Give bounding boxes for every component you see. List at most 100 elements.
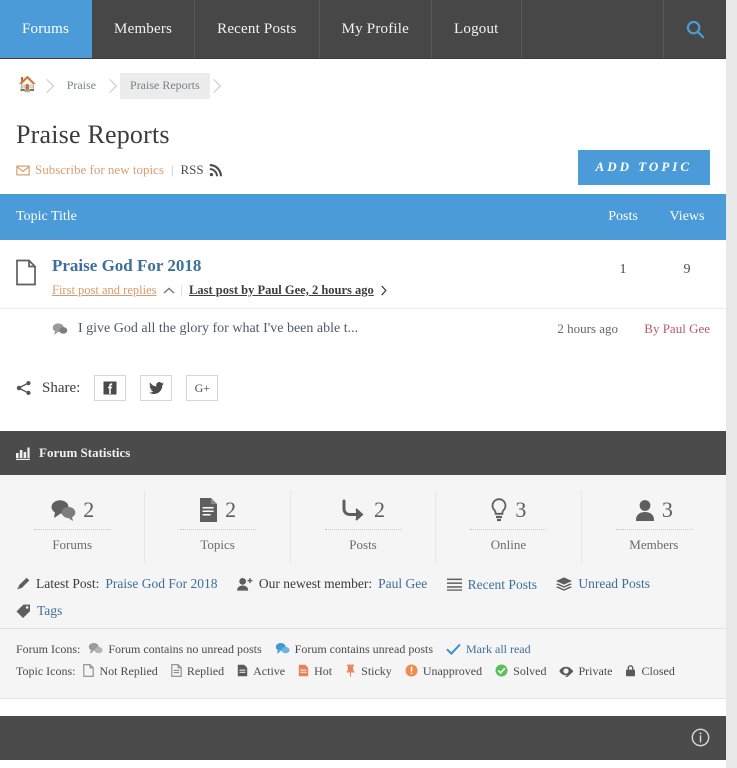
legend-label: Unapproved [422,663,483,678]
chevron-up-icon[interactable] [163,286,175,295]
first-post-and-replies-link[interactable]: First post and replies [52,283,157,298]
chevron-right-icon [212,78,221,93]
top-navigation: Forums Members Recent Posts My Profile L… [0,0,726,59]
check-icon [446,643,461,655]
legend-active: Active [237,660,285,682]
forum-icons-label: Forum Icons: [16,641,81,656]
chevron-right-icon [381,285,387,296]
statistics-links: Latest Post: Praise God For 2018 Our new… [0,563,726,628]
legend-label: Replied [186,663,225,678]
legend-label: Sticky [361,663,392,678]
comment-icon [52,323,68,335]
stat-value: 2 [83,497,95,522]
nav-spacer [522,0,664,58]
last-post-link[interactable]: Last post by Paul Gee, 2 hours ago [189,283,374,298]
reply-arrow-icon [342,499,364,521]
search-button[interactable] [664,0,726,58]
reply-author[interactable]: By Paul Gee [618,321,718,337]
stat-label: Members [615,529,692,553]
nav-item-recent-posts[interactable]: Recent Posts [195,0,320,58]
column-header-views: Views [669,209,705,224]
stat-online: 3 Online [436,491,582,563]
latest-post-group: Latest Post: Praise God For 2018 [16,571,218,597]
stat-members: 3 Members [582,491,726,563]
topic-icon-cell [0,256,52,298]
comments-gray-icon [89,643,103,654]
topic-icons-label: Topic Icons: [16,663,76,678]
stat-label: Online [470,529,547,553]
add-topic-button[interactable]: ADD TOPIC [577,150,710,185]
nav-label: Members [114,20,173,37]
comments-blue-icon [275,643,290,654]
nav-label: My Profile [341,20,410,37]
topic-title-link[interactable]: Praise God For 2018 [52,256,201,275]
table-row: Praise God For 2018 First post and repli… [0,240,726,308]
breadcrumb-item-praise[interactable]: Praise [57,73,106,99]
reply-time: 2 hours ago [557,321,618,336]
stat-value: 3 [661,497,673,522]
chart-bar-icon [16,447,30,460]
legend-unread: Forum contains unread posts [275,638,433,660]
bottom-bar [0,715,726,760]
stat-value-row: 2 [0,497,144,523]
nav-item-my-profile[interactable]: My Profile [320,0,433,58]
legend-private: Private [559,660,612,682]
page-root: Forums Members Recent Posts My Profile L… [0,0,726,768]
reply-text: I give God all the glory for what I've b… [78,321,359,336]
recent-posts-group: Recent Posts [446,572,537,598]
file-blank-icon [83,664,95,677]
stat-label: Posts [325,529,402,553]
nav-label: Logout [454,20,499,37]
legend-unapproved: Unapproved [405,660,482,682]
tags-link[interactable]: Tags [37,598,62,624]
file-hot-icon [298,664,309,677]
share-bar: Share: G+ [0,349,726,431]
column-header-title: Topic Title [16,209,77,224]
legend-solved: Solved [495,660,546,682]
breadcrumb-home[interactable]: 🏠 [16,73,43,99]
recent-posts-link[interactable]: Recent Posts [468,572,537,598]
legend-label: Solved [513,663,547,678]
google-plus-icon: G+ [194,380,211,395]
legend-label: Forum contains unread posts [294,641,433,656]
unread-posts-link[interactable]: Unread Posts [578,571,650,597]
stat-label: Topics [179,529,256,553]
page-title: Praise Reports [16,120,170,149]
rss-link[interactable]: RSS [181,162,204,178]
newest-member-link[interactable]: Paul Gee [378,571,427,597]
nav-item-members[interactable]: Members [92,0,196,58]
breadcrumb-item-praise-reports[interactable]: Praise Reports [120,72,210,99]
legend-label: Closed [641,663,675,678]
file-lines-icon [171,664,182,677]
tag-icon [16,604,30,618]
topic-views-count: 9 [683,262,691,277]
breadcrumb-label: Praise [66,78,97,92]
document-icon [16,259,36,286]
subscribe-link[interactable]: Subscribe for new topics [35,162,164,178]
mark-all-read-link[interactable]: Mark all read [466,638,531,660]
topic-meta-row: First post and replies | Last post by Pa… [52,283,590,298]
stat-value: 3 [515,497,527,522]
statistics-grid: 2 Forums 2 Topics 2 Posts 3 Online 3 Mem… [0,491,726,563]
stat-value: 2 [225,497,237,522]
latest-post-link[interactable]: Praise God For 2018 [105,571,217,597]
legend-sticky: Sticky [345,660,392,682]
topic-table-header: Topic Title Posts Views [0,194,726,240]
list-icon [446,578,462,591]
list-item[interactable]: I give God all the glory for what I've b… [0,308,726,349]
mark-all-read-group[interactable]: Mark all read [446,638,531,660]
unread-posts-group: Unread Posts [556,571,650,597]
lightbulb-icon [492,498,507,522]
share-google-plus-button[interactable]: G+ [186,375,219,401]
nav-item-logout[interactable]: Logout [432,0,522,58]
info-circle-icon[interactable] [691,728,710,747]
stat-posts: 2 Posts [291,491,437,563]
share-twitter-button[interactable] [140,375,173,401]
rss-icon [209,163,222,176]
lock-icon [626,665,636,677]
search-icon [686,20,705,39]
file-text-icon [200,498,218,522]
nav-item-forums[interactable]: Forums [0,0,93,58]
share-facebook-button[interactable] [94,375,127,401]
share-icon [16,380,31,396]
